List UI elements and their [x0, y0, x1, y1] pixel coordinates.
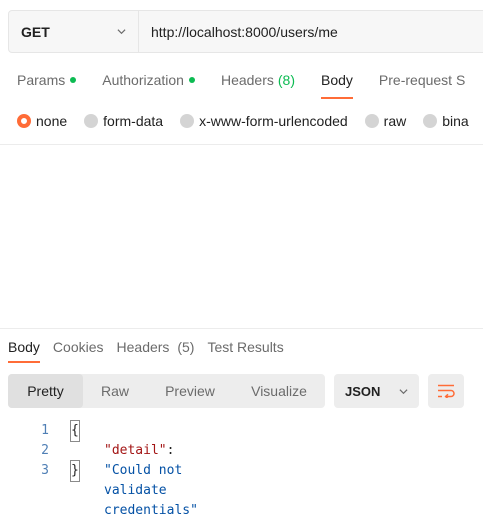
- tab-params[interactable]: Params: [17, 72, 77, 100]
- format-raw-button[interactable]: Raw: [83, 374, 147, 408]
- wrap-lines-icon: [438, 384, 455, 398]
- tab-label: Body: [8, 339, 40, 355]
- language-label: JSON: [345, 383, 381, 399]
- response-headers-count: (5): [177, 339, 195, 355]
- request-tabs: Params Authorization Headers (8) Body Pr…: [17, 72, 483, 100]
- line-number: 1: [41, 423, 49, 438]
- divider: [0, 144, 483, 145]
- tab-label: Pre-request S: [378, 72, 466, 88]
- response-tab-headers[interactable]: Headers (5): [117, 339, 195, 355]
- tab-label: Headers: [220, 72, 274, 88]
- radio-label: bina: [442, 113, 469, 129]
- open-brace: {: [70, 420, 80, 442]
- tab-label: Body: [321, 72, 353, 88]
- radio-selected-icon: [17, 114, 31, 128]
- tab-headers[interactable]: Headers (8): [221, 72, 295, 100]
- tab-label: Headers: [116, 339, 170, 355]
- json-key: "detail": [104, 443, 167, 458]
- url-input[interactable]: [139, 11, 483, 52]
- status-dot-icon: [188, 77, 195, 83]
- response-tabs: Body Cookies Headers (5) Test Results: [8, 339, 297, 363]
- request-url-bar: GET: [8, 10, 483, 53]
- radio-icon: [180, 114, 195, 128]
- method-select[interactable]: GET: [9, 11, 139, 52]
- json-entry: "detail": "Could not validate credential…: [104, 441, 198, 521]
- json-value: "Could not validate credentials": [104, 463, 198, 518]
- method-label: GET: [21, 23, 50, 40]
- radio-x-www-form-urlencoded[interactable]: x-www-form-urlencoded: [180, 113, 348, 129]
- wrap-lines-button[interactable]: [428, 374, 464, 408]
- response-tab-body[interactable]: Body: [8, 339, 40, 363]
- radio-icon: [84, 114, 99, 128]
- chevron-down-icon: [117, 29, 126, 35]
- line-number: 2: [41, 443, 49, 458]
- radio-label: x-www-form-urlencoded: [199, 113, 348, 129]
- line-number: 3: [41, 463, 49, 478]
- format-visualize-button[interactable]: Visualize: [233, 374, 325, 408]
- headers-count: (8): [277, 72, 295, 88]
- chevron-down-icon: [399, 388, 408, 394]
- tab-label: Authorization: [102, 72, 184, 88]
- pane-splitter[interactable]: [0, 328, 483, 329]
- format-pretty-button[interactable]: Pretty: [8, 374, 83, 408]
- radio-icon: [364, 114, 379, 128]
- body-type-options: none form-data x-www-form-urlencoded raw…: [17, 113, 483, 129]
- tab-authorization[interactable]: Authorization: [102, 72, 195, 100]
- tab-label: Test Results: [207, 339, 284, 355]
- tab-body[interactable]: Body: [321, 72, 353, 100]
- format-mode-selector: Pretty Raw Preview Visualize: [8, 374, 325, 408]
- json-colon: :: [166, 443, 175, 458]
- radio-binary[interactable]: bina: [423, 113, 469, 129]
- language-select[interactable]: JSON: [334, 374, 419, 408]
- close-brace: }: [70, 460, 80, 482]
- format-preview-button[interactable]: Preview: [147, 374, 233, 408]
- radio-raw[interactable]: raw: [364, 113, 407, 129]
- tab-pre-request-script[interactable]: Pre-request S: [379, 72, 465, 100]
- status-dot-icon: [70, 77, 77, 83]
- radio-label: raw: [383, 113, 407, 129]
- response-tab-test-results[interactable]: Test Results: [207, 339, 283, 355]
- radio-form-data[interactable]: form-data: [84, 113, 163, 129]
- radio-none[interactable]: none: [17, 113, 67, 129]
- tab-label: Params: [17, 72, 66, 88]
- radio-label: none: [36, 113, 68, 129]
- response-tab-cookies[interactable]: Cookies: [53, 339, 104, 355]
- radio-icon: [423, 114, 438, 128]
- tab-label: Cookies: [52, 339, 104, 355]
- radio-label: form-data: [103, 113, 164, 129]
